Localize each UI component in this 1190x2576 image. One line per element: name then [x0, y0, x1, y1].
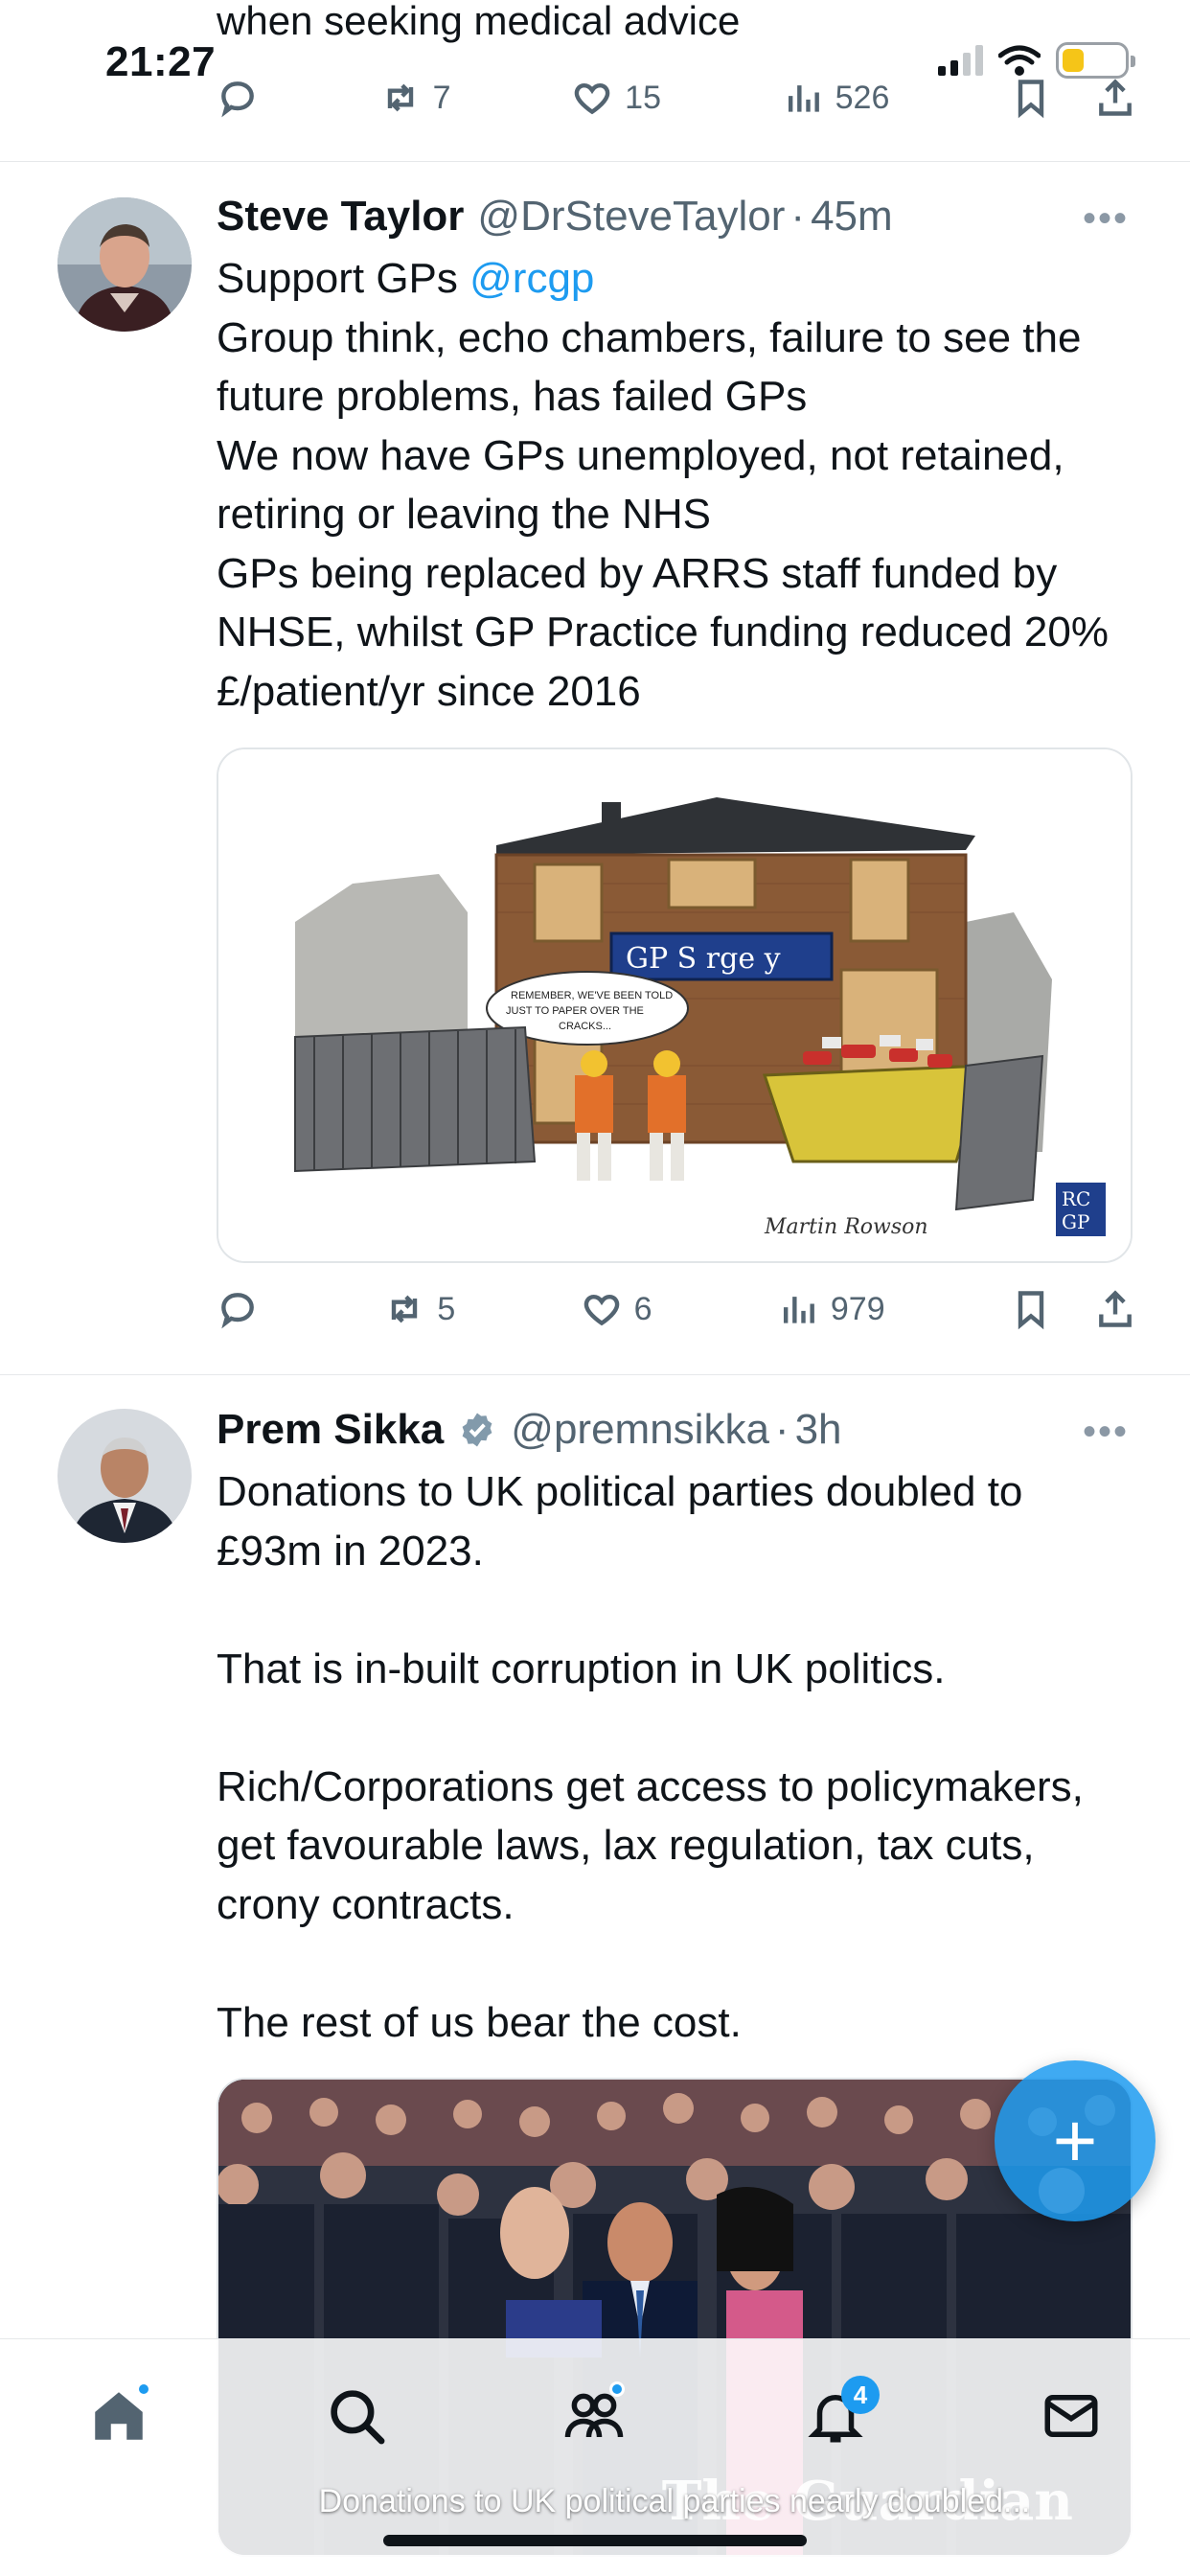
nav-notifications[interactable]: 4: [797, 2376, 880, 2454]
cartoon-sign-text: GP S rge y: [626, 942, 781, 976]
tweet-time[interactable]: 45m: [811, 193, 893, 241]
repost-icon: [387, 83, 413, 112]
search-icon: [331, 2390, 385, 2445]
avatar-steve-taylor[interactable]: [57, 197, 192, 332]
share-button[interactable]: [1094, 1288, 1136, 1330]
heart-icon: [584, 1294, 619, 1326]
svg-text:JUST TO PAPER OVER THE: JUST TO PAPER OVER THE: [506, 1005, 644, 1017]
nav-messages[interactable]: [1033, 2378, 1110, 2454]
compose-button[interactable]: +: [995, 2060, 1156, 2221]
wifi-icon: [998, 45, 1041, 76]
tweet-header: Steve Taylor @DrSteveTaylor · 45m: [217, 188, 893, 245]
nav-search[interactable]: [318, 2378, 395, 2454]
cellular-signal-icon: [938, 45, 983, 76]
messages-icon: [1044, 2395, 1098, 2437]
repost-button[interactable]: 7: [379, 77, 451, 119]
share-icon: [1099, 79, 1132, 116]
svg-text:CRACKS...: CRACKS...: [559, 1021, 611, 1032]
author-handle[interactable]: @premnsikka: [511, 1406, 769, 1454]
plus-icon: +: [1052, 2098, 1098, 2183]
verified-badge-icon: [462, 1413, 492, 1447]
views-button[interactable]: 526: [782, 77, 890, 119]
more-options-icon[interactable]: •••: [1083, 1411, 1129, 1454]
notifications-badge: 4: [841, 2376, 880, 2414]
bookmark-icon: [1018, 80, 1044, 119]
mention-link[interactable]: @rcgp: [469, 255, 594, 302]
views-icon: [783, 1297, 814, 1323]
link-card-caption: Donations to UK political parties nearly…: [318, 2483, 1031, 2519]
avatar-prem-sikka[interactable]: [57, 1409, 192, 1543]
tweet-time[interactable]: 3h: [795, 1406, 842, 1454]
home-indicator: [383, 2535, 807, 2546]
author-handle[interactable]: @DrSteveTaylor: [477, 193, 785, 241]
tweet-actions: 5 6 979: [217, 1280, 1136, 1338]
communities-unread-dot: [609, 2381, 625, 2397]
author-name[interactable]: Steve Taylor: [217, 193, 464, 241]
prev-tweet-text: when seeking medical advice: [217, 0, 741, 43]
reply-icon: [221, 1293, 254, 1329]
tweet-text: Donations to UK political parties double…: [217, 1468, 1084, 2046]
cartoon-signature: Martin Rowson: [764, 1215, 928, 1239]
views-icon: [788, 85, 819, 112]
like-button[interactable]: 6: [581, 1288, 652, 1330]
reply-icon: [221, 81, 254, 118]
tweet-text-prefix: Support GPs: [217, 255, 470, 302]
reply-button[interactable]: [217, 1288, 259, 1330]
nav-home[interactable]: [80, 2378, 157, 2454]
tweet-image-cartoon[interactable]: GP S rge y REMEMBER, WE'VE BEEN TOLD JUS…: [217, 748, 1133, 1263]
repost-count: 5: [437, 1290, 456, 1327]
nav-communities[interactable]: [556, 2378, 632, 2454]
tweet-text: Support GPs @rcgp Group think, echo cham…: [217, 249, 1136, 721]
share-button[interactable]: [1094, 77, 1136, 119]
bookmark-button[interactable]: [1010, 1288, 1052, 1330]
home-unread-dot: [136, 2381, 151, 2397]
views-count: 979: [830, 1290, 885, 1327]
reply-button[interactable]: [217, 77, 259, 119]
status-time: 21:27: [105, 38, 217, 85]
bookmark-button[interactable]: [1010, 77, 1052, 119]
like-count: 15: [625, 79, 661, 116]
svg-text:REMEMBER, WE'VE BEEN TOLD: REMEMBER, WE'VE BEEN TOLD: [511, 990, 673, 1001]
share-icon: [1099, 1290, 1132, 1327]
like-button[interactable]: 15: [571, 77, 661, 119]
divider: [0, 161, 1190, 162]
svg-text:RC: RC: [1062, 1187, 1090, 1210]
heart-icon: [574, 82, 610, 115]
separator-dot: ·: [790, 193, 806, 240]
tweet-text-body: Group think, echo chambers, failure to s…: [217, 313, 1109, 715]
author-name[interactable]: Prem Sikka: [217, 1406, 444, 1454]
divider: [0, 1374, 1190, 1375]
views-count: 526: [835, 79, 890, 116]
more-options-icon[interactable]: •••: [1083, 197, 1129, 241]
repost-button[interactable]: 5: [383, 1288, 455, 1330]
status-icons: [938, 42, 1135, 79]
like-count: 6: [633, 1290, 652, 1327]
repost-count: 7: [432, 79, 451, 116]
separator-dot: ·: [774, 1406, 790, 1453]
views-button[interactable]: 979: [777, 1288, 885, 1330]
bookmark-icon: [1018, 1291, 1044, 1330]
tweet-header: Prem Sikka @premnsikka · 3h: [217, 1401, 842, 1459]
svg-text:GP: GP: [1062, 1210, 1089, 1233]
repost-icon: [392, 1295, 418, 1323]
battery-icon: [1056, 42, 1135, 79]
